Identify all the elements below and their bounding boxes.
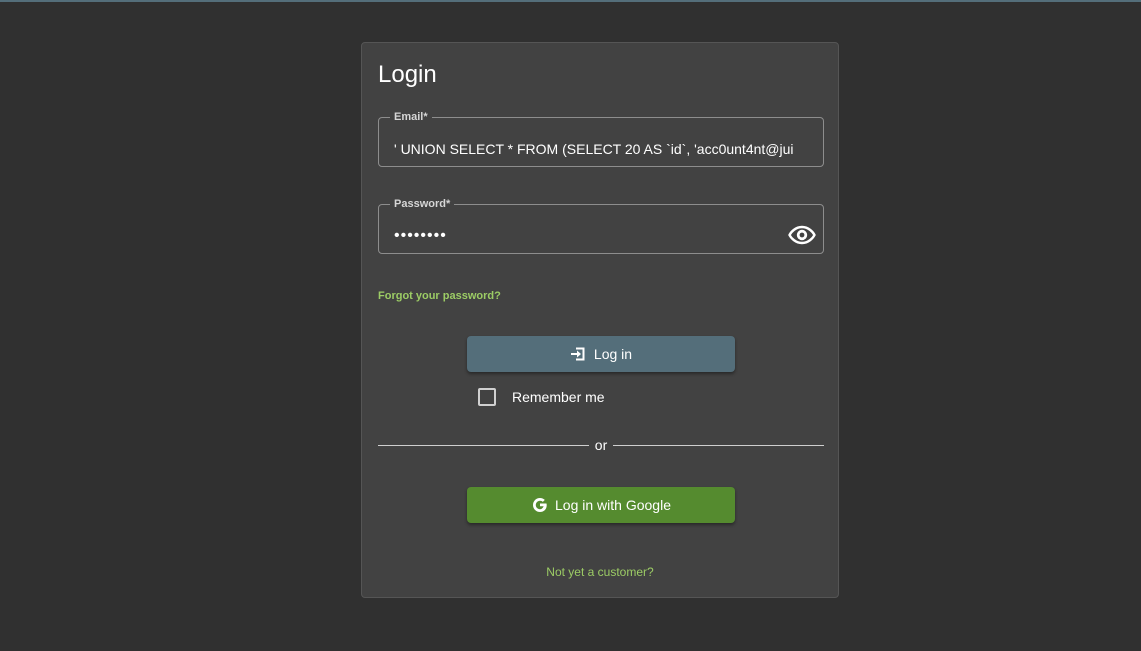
email-label: Email* <box>394 111 428 123</box>
register-link[interactable]: Not yet a customer? <box>362 565 838 579</box>
top-accent-bar <box>0 0 1141 2</box>
remember-me-checkbox[interactable]: Remember me <box>478 388 605 406</box>
remember-me-label: Remember me <box>512 389 605 405</box>
google-icon <box>533 498 547 512</box>
page-title: Login <box>378 61 437 88</box>
login-button[interactable]: Log in <box>467 336 735 372</box>
checkbox-box[interactable] <box>478 388 496 406</box>
password-field[interactable]: Password* <box>378 198 824 254</box>
or-divider: or <box>378 437 825 453</box>
email-field[interactable]: Email* <box>378 111 824 167</box>
eye-icon <box>788 225 816 244</box>
login-card: Login Email* Password* Forgot your passw… <box>361 42 839 598</box>
divider-line-right <box>613 444 825 446</box>
email-input[interactable] <box>394 137 808 161</box>
google-login-label: Log in with Google <box>555 497 671 513</box>
login-icon <box>570 347 585 361</box>
password-input[interactable] <box>394 224 774 248</box>
divider-text: or <box>594 437 608 453</box>
toggle-password-visibility-button[interactable] <box>787 223 817 249</box>
divider-line-left <box>378 444 589 446</box>
forgot-password-link[interactable]: Forgot your password? <box>378 290 501 302</box>
password-label: Password* <box>394 198 451 210</box>
google-login-button[interactable]: Log in with Google <box>467 487 735 523</box>
login-button-label: Log in <box>593 346 633 362</box>
